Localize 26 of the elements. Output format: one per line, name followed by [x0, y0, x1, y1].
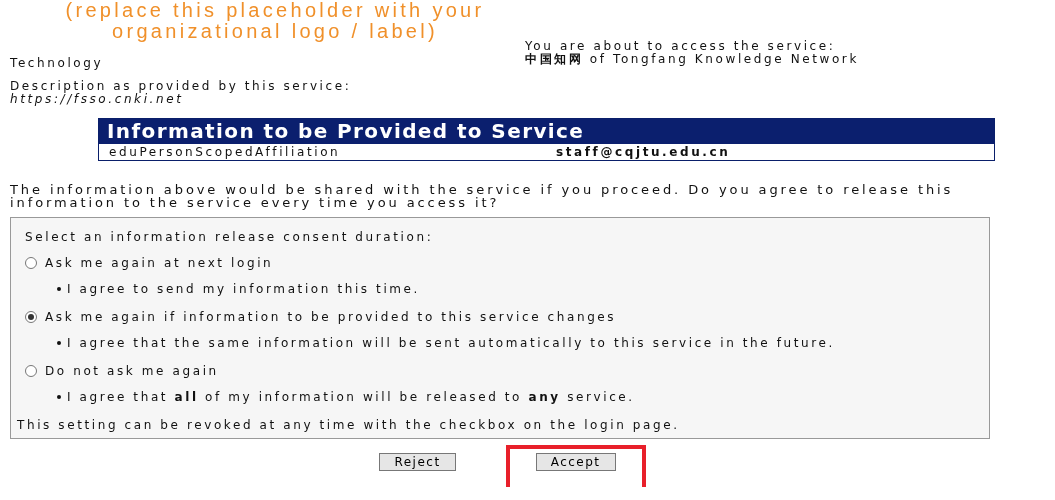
radio-button[interactable]	[25, 257, 37, 269]
option-label[interactable]: Do not ask me again	[45, 364, 219, 378]
consent-heading: Select an information release consent duration:	[24, 230, 435, 244]
consent-footer: This setting can be revoked at any time with the checkbox on the login page.	[17, 418, 983, 432]
radio-button[interactable]	[25, 311, 37, 323]
service-name: 中国知网 of Tongfang Knowledge Network	[525, 53, 859, 66]
logo-placeholder-text: (replace this placeholder with your organizational logo / label)	[64, 0, 486, 42]
attribute-name: eduPersonScopedAffiliation	[109, 145, 342, 159]
service-url: https://fsso.cnki.net	[10, 93, 184, 106]
radio-button[interactable]	[25, 365, 37, 377]
action-button[interactable]: Reject	[379, 453, 456, 471]
table-title: Information to be Provided to Service	[99, 119, 994, 144]
option-label[interactable]: Ask me again if information to be provided to this service changes	[45, 310, 617, 324]
bullet-icon	[57, 341, 61, 345]
option-note: I agree to send my information this time.	[67, 282, 421, 296]
category-text: Technology	[10, 56, 105, 70]
bullet-icon	[57, 287, 61, 291]
description-label: Description as provided by this service:	[10, 80, 353, 93]
bullet-icon	[57, 395, 61, 399]
option-note: I agree that the same information will be sent automatically to this service in the future.	[67, 336, 835, 350]
action-button[interactable]: Accept	[535, 453, 616, 471]
option-label[interactable]: Ask me again at next login	[45, 256, 274, 270]
option-note: I agree that all of my information will be released to any service.	[67, 390, 635, 404]
consent-question: The information above would be shared with the service if you proceed. Do you agree to release this information to the service every time you access it?	[10, 183, 955, 209]
service-intro-text: You are about to access the service:	[525, 40, 837, 53]
attribute-value: staff@cqjtu.edu.cn	[556, 145, 731, 159]
